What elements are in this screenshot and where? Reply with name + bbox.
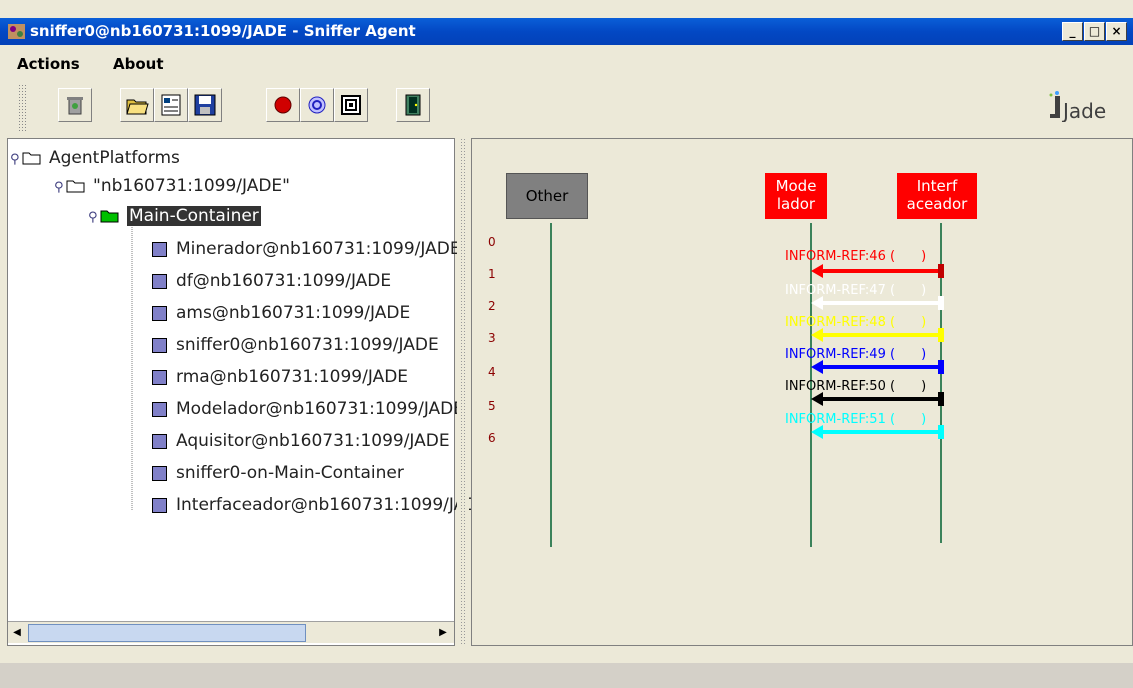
sniff-on-button[interactable]: [266, 88, 300, 122]
expand-handle-icon[interactable]: ⚲: [10, 149, 22, 171]
agent-box-other[interactable]: Other: [506, 173, 588, 219]
exit-door-icon: [405, 94, 421, 116]
tree-agent-minerador[interactable]: Minerador@nb160731:1099/JADE: [152, 238, 461, 260]
menu-actions[interactable]: Actions: [17, 55, 80, 73]
tree-label-platform: "nb160731:1099/JADE": [93, 176, 290, 196]
tree-agent-interfaceador[interactable]: Interfaceador@nb160731:1099/JADE: [152, 494, 489, 516]
trash-icon: [67, 97, 83, 115]
row-number: 6: [488, 431, 496, 445]
agent-box-interfaceador[interactable]: Interf aceador: [897, 173, 977, 219]
tree-agent-aquisitor[interactable]: Aquisitor@nb160731:1099/JADE: [152, 430, 450, 452]
agent-tree-panel[interactable]: ⚲ AgentPlatforms ⚲ "nb160731:1099/JADE" ⚲ M…: [7, 138, 489, 646]
arrow-49: [811, 360, 944, 374]
row-number: 2: [488, 299, 496, 313]
minimize-button[interactable]: _: [1062, 22, 1083, 41]
toolbar: Jade: [0, 82, 1133, 134]
tree-agent-df[interactable]: df@nb160731:1099/JADE: [152, 270, 391, 292]
tree-node-main-container[interactable]: ⚲ Main-Container: [88, 205, 261, 227]
sniff-off-button[interactable]: [300, 88, 334, 122]
close-button[interactable]: ×: [1106, 22, 1127, 41]
agent-label: df@nb160731:1099/JADE: [176, 271, 392, 291]
sniffer-canvas[interactable]: Other Mode lador Interf aceador 0 1 2 3 4 …: [471, 138, 1133, 646]
row-number: 0: [488, 235, 496, 249]
arrow-47: [811, 296, 944, 310]
expand-handle-icon[interactable]: ⚲: [54, 177, 66, 199]
open-snapshot-button[interactable]: [120, 88, 154, 122]
arrow-48: [811, 328, 944, 342]
agent-icon: [152, 241, 167, 257]
message-list-icon: [161, 94, 181, 116]
tree-agent-sniffer0[interactable]: sniffer0@nb160731:1099/JADE: [152, 334, 439, 356]
tree-agent-sniffer0-on-main[interactable]: sniffer0-on-Main-Container: [152, 462, 404, 484]
tree-agent-rma[interactable]: rma@nb160731:1099/JADE: [152, 366, 408, 388]
tree-label-main-container: Main-Container: [127, 206, 261, 226]
agent-label: Interfaceador@nb160731:1099/JADE: [176, 495, 490, 515]
agent-icon: [152, 337, 167, 353]
folder-icon: [22, 152, 41, 165]
agent-box-modelador[interactable]: Mode lador: [765, 173, 827, 219]
agent-label: rma@nb160731:1099/JADE: [176, 367, 409, 387]
message-label-51[interactable]: INFORM-REF:51 (): [785, 412, 926, 427]
agent-label: ams@nb160731:1099/JADE: [176, 303, 411, 323]
agent-label: Modelador@nb160731:1099/JADE: [176, 399, 464, 419]
square-target-icon: [341, 95, 361, 115]
message-label-47[interactable]: INFORM-REF:47 (): [785, 283, 926, 298]
jade-logo: Jade: [1047, 90, 1132, 123]
arrow-46: [811, 264, 944, 278]
row-number: 3: [488, 331, 496, 345]
clear-canvas-button[interactable]: [58, 88, 92, 122]
agent-label: Aquisitor@nb160731:1099/JADE: [176, 431, 450, 451]
scroll-right-icon[interactable]: ▶: [434, 624, 452, 642]
row-number: 4: [488, 365, 496, 379]
jade-app-icon: [8, 24, 25, 39]
message-label-50[interactable]: INFORM-REF:50 (): [785, 379, 926, 394]
message-label-46[interactable]: INFORM-REF:46 (): [785, 249, 926, 264]
tree-agent-ams[interactable]: ams@nb160731:1099/JADE: [152, 302, 410, 324]
agent-label: Minerador@nb160731:1099/JADE: [176, 239, 461, 259]
agent-icon: [152, 465, 167, 481]
spiral-icon: [308, 96, 326, 114]
sniffer-window: sniffer0@nb160731:1099/JADE - Sniffer Ag…: [0, 0, 1133, 688]
tree-node-platform[interactable]: ⚲ "nb160731:1099/JADE": [54, 175, 290, 197]
agent-icon: [152, 305, 167, 321]
green-folder-icon: [100, 210, 119, 223]
message-label-48[interactable]: INFORM-REF:48 (): [785, 315, 926, 330]
write-message-list-button[interactable]: [154, 88, 188, 122]
folder-open-icon: [126, 99, 149, 115]
split-divider[interactable]: [457, 138, 469, 646]
window-title: sniffer0@nb160731:1099/JADE - Sniffer Ag…: [30, 22, 416, 40]
horizontal-scrollbar[interactable]: ◀ ▶: [8, 621, 454, 643]
agent-icon: [152, 273, 167, 289]
expand-handle-icon[interactable]: ⚲: [88, 207, 100, 229]
arrow-51: [811, 425, 944, 439]
tree-node-agentplatforms[interactable]: ⚲ AgentPlatforms: [10, 147, 180, 169]
agent-icon: [152, 401, 167, 417]
agent-icon: [152, 369, 167, 385]
maximize-button[interactable]: □: [1084, 22, 1105, 41]
row-number: 5: [488, 399, 496, 413]
folder-icon: [66, 180, 85, 193]
show-only-button[interactable]: [334, 88, 368, 122]
agent-label: sniffer0-on-Main-Container: [176, 463, 404, 483]
floppy-save-icon: [194, 94, 216, 116]
status-bar: [0, 663, 1133, 688]
red-dot-icon: [274, 96, 292, 114]
menu-about[interactable]: About: [113, 55, 164, 73]
row-number: 1: [488, 267, 496, 281]
tree-label-agentplatforms: AgentPlatforms: [49, 148, 180, 168]
svg-text:Jade: Jade: [1061, 99, 1106, 122]
agent-label: sniffer0@nb160731:1099/JADE: [176, 335, 439, 355]
menu-bar: Actions About: [0, 50, 1133, 80]
arrow-50: [811, 392, 944, 406]
scroll-thumb[interactable]: [28, 624, 306, 642]
save-snapshot-button[interactable]: [188, 88, 222, 122]
title-bar[interactable]: sniffer0@nb160731:1099/JADE - Sniffer Ag…: [0, 18, 1133, 45]
scroll-left-icon[interactable]: ◀: [8, 624, 26, 642]
agent-icon: [152, 497, 167, 513]
agent-icon: [152, 433, 167, 449]
tree-agent-modelador[interactable]: Modelador@nb160731:1099/JADE: [152, 398, 464, 420]
toolbar-grip[interactable]: [18, 84, 26, 132]
message-label-49[interactable]: INFORM-REF:49 (): [785, 347, 926, 362]
exit-button[interactable]: [396, 88, 430, 122]
